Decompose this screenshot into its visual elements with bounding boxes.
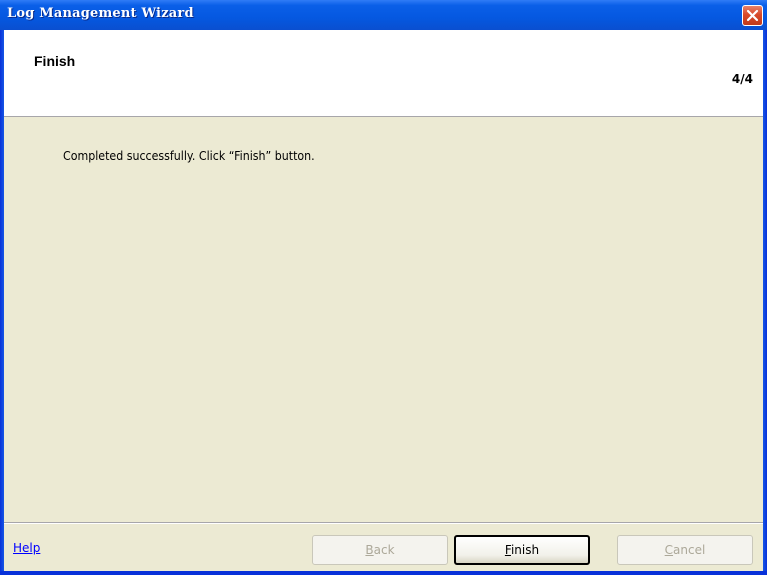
- window-title: Log Management Wizard: [7, 6, 194, 21]
- cancel-button-label-rest: ancel: [673, 543, 706, 557]
- title-bar[interactable]: Log Management Wizard: [0, 0, 767, 30]
- cancel-button[interactable]: Cancel: [617, 535, 753, 565]
- completion-message: Completed successfully. Click “Finish” b…: [63, 149, 315, 163]
- cancel-button-accelerator: C: [664, 543, 674, 557]
- close-icon: [746, 9, 759, 22]
- wizard-client-area: Finish 4/4 Completed successfully. Click…: [4, 30, 763, 571]
- step-indicator: 4/4: [731, 72, 753, 86]
- back-button-label-rest: ack: [373, 543, 395, 557]
- window-border-bottom: [0, 571, 767, 575]
- help-link[interactable]: Help: [13, 541, 40, 555]
- wizard-window: Log Management Wizard Finish 4/4 Complet…: [0, 0, 767, 575]
- window-border-right: [763, 30, 767, 575]
- wizard-header: Finish 4/4: [4, 30, 763, 117]
- finish-button-label-rest: inish: [510, 543, 540, 557]
- close-button[interactable]: [742, 5, 763, 26]
- footer-divider: [4, 522, 763, 524]
- back-button-accelerator: B: [365, 543, 374, 557]
- back-button[interactable]: Back: [312, 535, 448, 565]
- page-title: Finish: [34, 53, 76, 69]
- finish-button[interactable]: Finish: [454, 535, 590, 565]
